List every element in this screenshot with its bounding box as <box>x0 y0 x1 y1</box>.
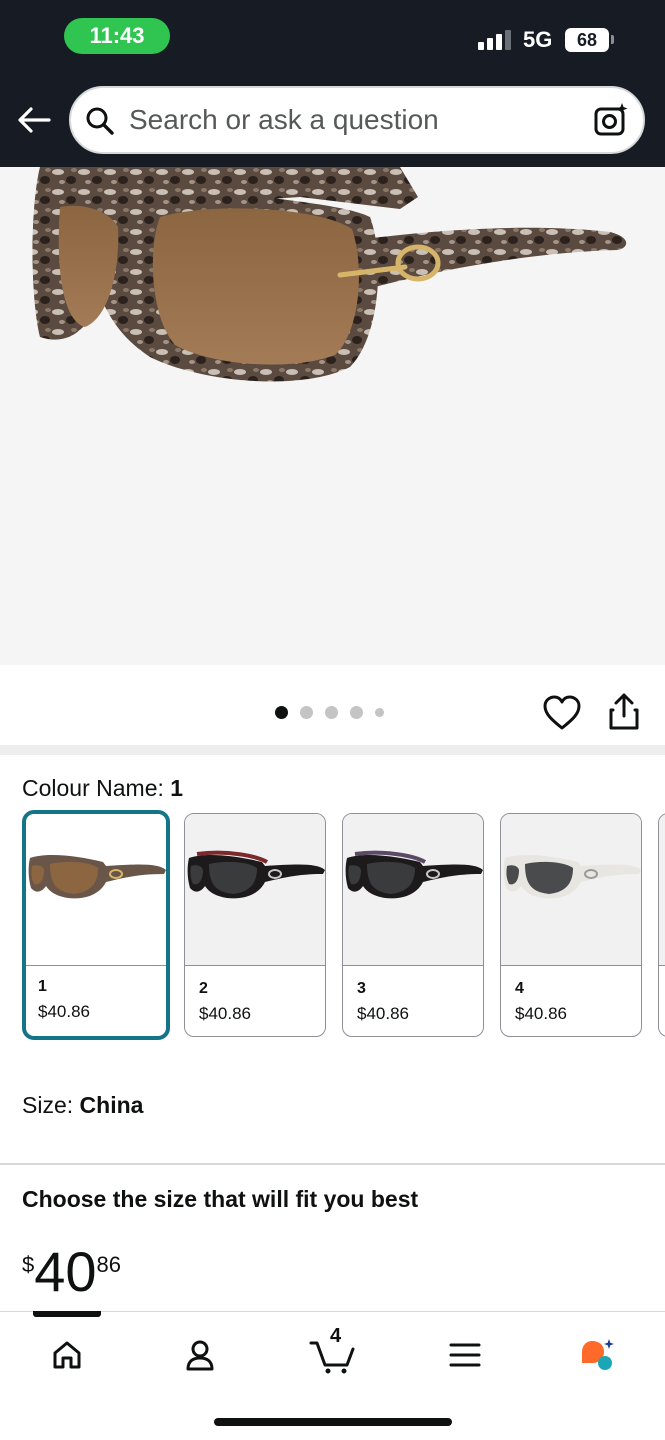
swatch-price: $40.86 <box>515 1004 567 1023</box>
swatch-price: $40.86 <box>199 1004 251 1023</box>
nav-account[interactable] <box>170 1330 230 1380</box>
sunglasses-tortoise-thumbnail <box>28 855 166 899</box>
status-time: 11:43 <box>64 18 170 54</box>
nav-home[interactable] <box>37 1330 97 1380</box>
arrow-left-icon <box>18 107 51 133</box>
swatch-thumbnail <box>659 814 665 966</box>
pager-dot[interactable] <box>275 705 288 719</box>
fit-heading: Choose the size that will fit you best <box>22 1186 419 1212</box>
swatch-name: 2 <box>199 980 208 997</box>
swatch-name: 1 <box>38 978 47 995</box>
back-button[interactable] <box>14 100 54 140</box>
section-divider <box>0 1163 665 1165</box>
swatch-thumbnail <box>343 814 483 966</box>
sunglasses-white-thumbnail <box>503 855 641 899</box>
menu-icon <box>449 1343 481 1367</box>
price-fraction: 86 <box>96 1252 122 1277</box>
colour-selected-value: 1 <box>170 775 184 801</box>
product-image[interactable] <box>0 167 665 665</box>
camera-lens-icon[interactable] <box>593 102 629 138</box>
swatch-price: $40.86 <box>357 1004 409 1023</box>
size-label: Size: China <box>22 1092 143 1119</box>
size-label-text: Size: <box>22 1092 80 1118</box>
nav-rufus[interactable] <box>568 1330 628 1380</box>
colour-swatch[interactable]: 1 $40.86 <box>22 810 170 1040</box>
home-indicator <box>214 1418 452 1426</box>
size-value: China <box>79 1092 144 1118</box>
active-tab-indicator <box>33 1311 101 1317</box>
colour-swatch[interactable]: 2 $40.86 <box>184 813 326 1037</box>
section-divider <box>0 745 665 755</box>
signal-icon <box>478 28 512 50</box>
home-icon <box>53 1341 81 1369</box>
pager-dot[interactable] <box>350 705 363 719</box>
swatch-name: 3 <box>357 980 366 997</box>
heart-icon[interactable] <box>542 694 582 732</box>
swatch-name: 4 <box>515 980 524 997</box>
rufus-icon <box>582 1339 614 1370</box>
swatch-price: $40.86 <box>38 1002 90 1021</box>
sunglasses-image <box>32 167 627 382</box>
price-currency: $ <box>22 1252 35 1277</box>
battery-nub <box>611 35 614 44</box>
colour-swatch[interactable] <box>658 813 665 1037</box>
colour-swatch[interactable]: 3 $40.86 <box>342 813 484 1037</box>
pager-dot[interactable] <box>375 707 384 717</box>
swatch-thumbnail <box>185 814 325 966</box>
colour-swatch-list[interactable]: 1 $40.86 2 $40.86 3 $40.86 4 $40.86 <box>22 810 665 1042</box>
top-header: 11:43 5G 68 <box>0 0 665 167</box>
colour-swatch[interactable]: 4 $40.86 <box>500 813 642 1037</box>
nav-menu[interactable] <box>435 1330 495 1380</box>
pager-dot[interactable] <box>300 705 313 719</box>
share-icon[interactable] <box>606 692 642 732</box>
colour-name-label: Colour Name: 1 <box>22 775 183 802</box>
search-bar[interactable] <box>69 86 645 154</box>
search-icon <box>86 107 114 135</box>
swatch-thumbnail <box>501 814 641 966</box>
network-label: 5G <box>523 27 553 52</box>
product-price: $ 40 86 <box>22 1244 121 1306</box>
sunglasses-black-purple-thumbnail <box>345 850 483 899</box>
price-whole: 40 <box>34 1240 97 1303</box>
battery-icon: 68 <box>565 28 609 52</box>
pager-dot[interactable] <box>325 705 338 719</box>
colour-label-text: Colour Name: <box>22 775 171 801</box>
sunglasses-black-red-thumbnail <box>187 850 325 899</box>
cart-count: 4 <box>330 1325 342 1347</box>
image-pager[interactable] <box>275 704 384 720</box>
search-input[interactable] <box>129 98 569 142</box>
account-icon <box>186 1340 214 1371</box>
swatch-thumbnail <box>26 814 166 966</box>
